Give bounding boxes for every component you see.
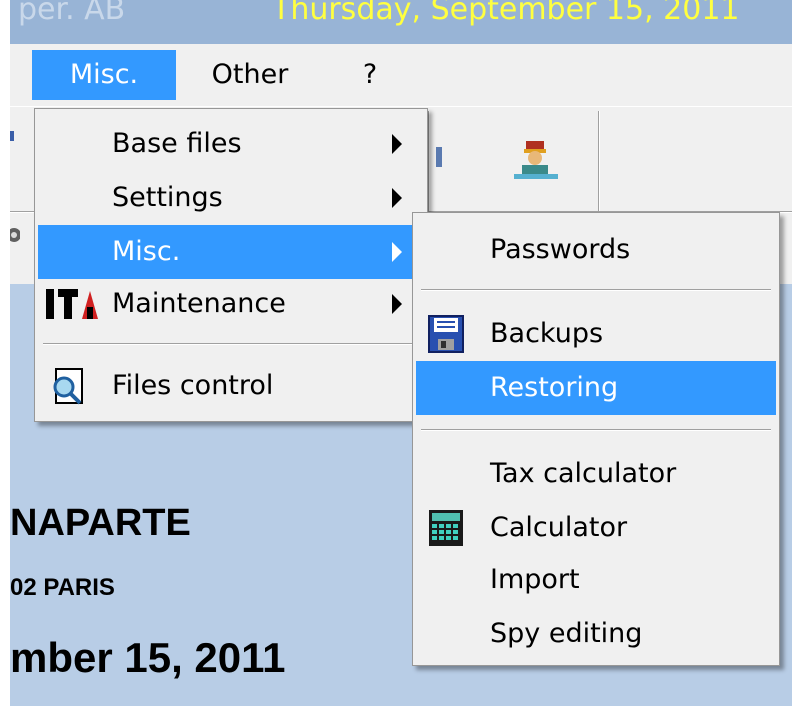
menu-bar: Misc. Other ? bbox=[10, 44, 792, 106]
company-city: 02 PARIS bbox=[10, 574, 115, 601]
submenu-item-backups[interactable]: Backups bbox=[416, 307, 776, 361]
menu-item-settings[interactable]: Settings bbox=[38, 171, 424, 225]
title-date: Thursday, September 15, 2011 bbox=[272, 0, 740, 27]
menu-other[interactable]: Other bbox=[190, 50, 310, 100]
user-icon[interactable] bbox=[514, 141, 558, 181]
menu-item-files-control[interactable]: Files control bbox=[38, 359, 424, 413]
menu-item-label: Misc. bbox=[112, 236, 181, 267]
menu-item-label: Maintenance bbox=[112, 288, 286, 319]
menu-item-label: Import bbox=[490, 564, 580, 595]
submenu-arrow-icon bbox=[392, 188, 402, 208]
menu-misc[interactable]: Misc. bbox=[32, 50, 176, 100]
submenu-item-tax-calculator[interactable]: Tax calculator bbox=[416, 447, 776, 501]
toolbar-icon-partial[interactable] bbox=[10, 223, 20, 247]
floppy-disk-icon bbox=[428, 315, 464, 353]
misc-submenu: Passwords Backups Restoring Tax calculat… bbox=[412, 212, 780, 666]
submenu-item-import[interactable]: Import bbox=[416, 553, 776, 607]
menu-item-label: Base files bbox=[112, 128, 242, 159]
toolbar-separator bbox=[598, 111, 599, 211]
toolbar-icon-partial[interactable] bbox=[434, 143, 444, 171]
menu-item-label: Spy editing bbox=[490, 618, 643, 649]
menu-separator bbox=[421, 429, 771, 430]
menu-separator bbox=[43, 343, 419, 344]
menu-item-label: Backups bbox=[490, 318, 604, 349]
menu-item-label: Passwords bbox=[490, 234, 631, 265]
app-title: per. AB bbox=[18, 0, 126, 27]
left-edge bbox=[0, 0, 10, 706]
menu-help[interactable]: ? bbox=[346, 50, 394, 100]
toolbar-icon-partial[interactable] bbox=[10, 129, 18, 145]
menu-item-label: Settings bbox=[112, 182, 223, 213]
menu-item-label: Files control bbox=[112, 370, 274, 401]
magnifier-document-icon bbox=[53, 368, 83, 405]
toolbar-separator bbox=[428, 111, 429, 211]
submenu-item-restoring[interactable]: Restoring bbox=[416, 361, 776, 415]
maintenance-tools-icon bbox=[46, 289, 98, 319]
menu-item-label: Tax calculator bbox=[490, 458, 677, 489]
menu-separator bbox=[421, 289, 771, 290]
menu-item-maintenance[interactable]: Maintenance bbox=[38, 277, 424, 331]
title-bar: per. AB Thursday, September 15, 2011 bbox=[10, 0, 792, 44]
submenu-arrow-icon bbox=[392, 134, 402, 154]
submenu-arrow-icon bbox=[392, 294, 402, 314]
company-name: NAPARTE bbox=[10, 502, 191, 544]
submenu-item-calculator[interactable]: Calculator bbox=[416, 501, 776, 555]
submenu-arrow-icon bbox=[392, 242, 402, 262]
misc-menu: Base files Settings Misc. Maintenance Fi… bbox=[34, 108, 428, 422]
current-date: mber 15, 2011 bbox=[10, 634, 286, 681]
menu-item-misc[interactable]: Misc. bbox=[38, 225, 424, 279]
submenu-item-spy-editing[interactable]: Spy editing bbox=[416, 607, 776, 661]
menu-item-base-files[interactable]: Base files bbox=[38, 117, 424, 171]
submenu-item-passwords[interactable]: Passwords bbox=[416, 223, 776, 277]
calculator-icon bbox=[429, 510, 463, 546]
menu-item-label: Calculator bbox=[490, 512, 628, 543]
menu-item-label: Restoring bbox=[490, 372, 619, 403]
